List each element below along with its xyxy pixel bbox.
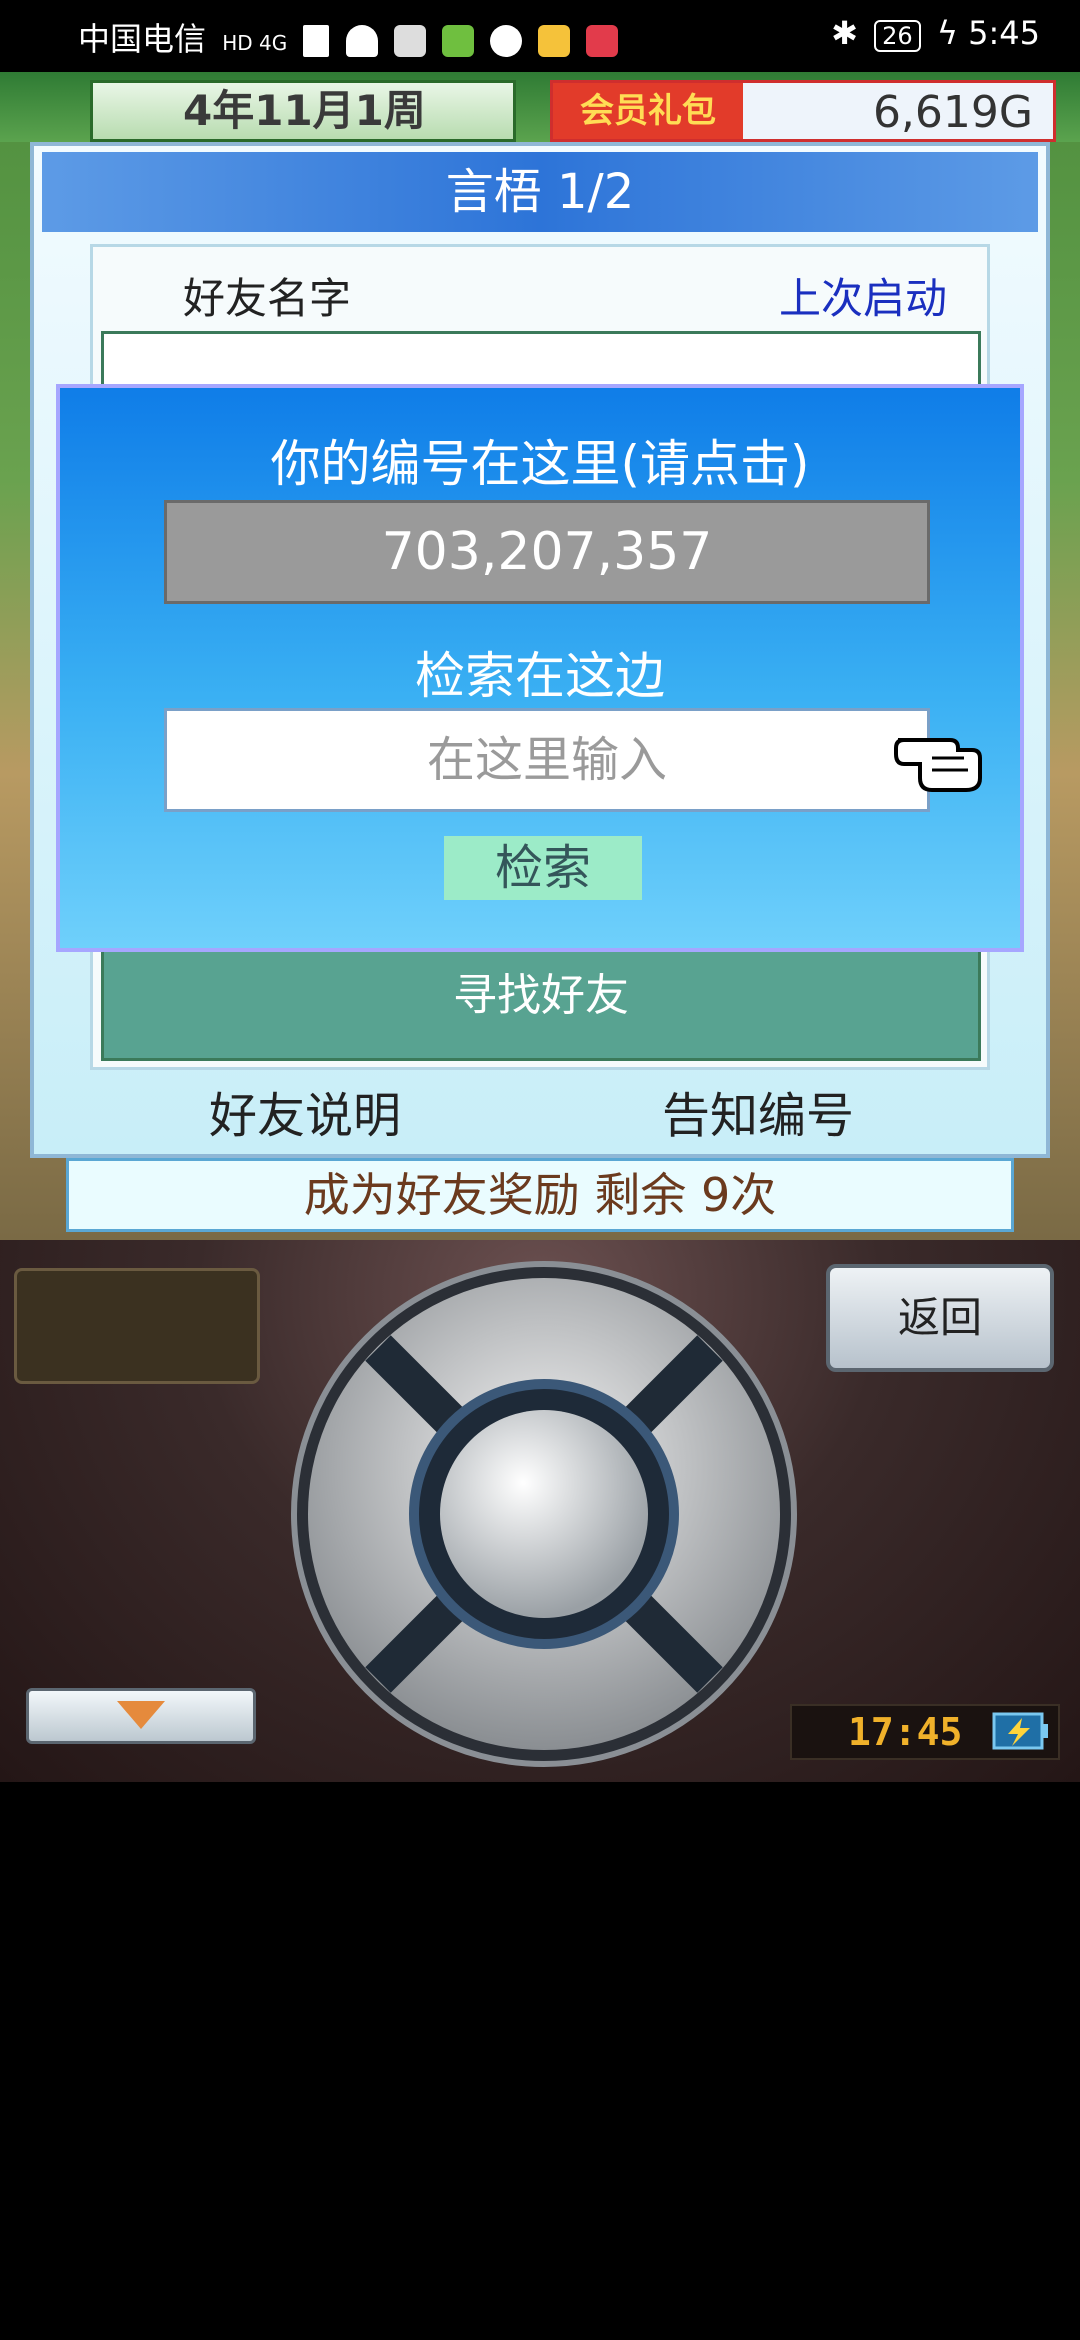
search-popup: 你的编号在这里(请点击) 703,207,357 检索在这边 在这里输入 检索 (56, 384, 1024, 952)
game-area: 4年11月1周 会员礼包 6,619G 言梧 1/2 好友名字 上次启动 寻找好… (0, 72, 1080, 1240)
dpad-icon[interactable] (288, 1258, 800, 1770)
status-bar: 中国电信 HD 4G ✱ 26 ϟ 5:45 (0, 0, 1080, 72)
carrier-label: 中国电信 (78, 20, 207, 58)
down-button[interactable] (26, 1688, 256, 1744)
id-hint-label: 你的编号在这里(请点击) (270, 435, 810, 493)
status-left: 中国电信 HD 4G (78, 14, 619, 60)
down-arrow-icon (117, 1701, 165, 1729)
date-display: 4年11月1周 (90, 80, 516, 142)
search-input[interactable]: 在这里输入 (164, 708, 930, 812)
back-button[interactable]: 返回 (826, 1264, 1054, 1372)
network-label: HD 4G (222, 31, 288, 55)
wifi-icon (345, 25, 378, 57)
my-id-button[interactable]: 703,207,357 (164, 500, 930, 604)
column-last-launch: 上次启动 (778, 274, 947, 323)
money-display: 6,619G (872, 87, 1033, 138)
bluetooth-icon: ✱ (831, 14, 858, 52)
notify-id-button[interactable]: 告知编号 (662, 1076, 854, 1146)
search-button[interactable]: 检索 (444, 836, 642, 900)
date-text: 4年11月1周 (183, 86, 426, 135)
controller-screen (14, 1268, 260, 1384)
app-icon (441, 25, 474, 57)
charging-icon: ϟ (936, 14, 958, 52)
dialog-title: 言梧 1/2 (42, 152, 1038, 232)
column-friend-name: 好友名字 (183, 274, 352, 323)
app-icon (586, 25, 619, 57)
pointer-hand-icon (894, 738, 982, 792)
find-friend-button[interactable]: 寻找好友 (104, 934, 978, 1058)
friend-reward-bar: 成为好友奖励 剩余 9次 (66, 1158, 1014, 1232)
game-top-bar: 4年11月1周 会员礼包 6,619G (0, 72, 1080, 142)
gift-money-panel[interactable]: 会员礼包 6,619G (550, 80, 1056, 142)
battery-level: 26 (874, 20, 921, 52)
signal-icon (303, 25, 330, 57)
battery-icon (992, 1712, 1048, 1750)
message-icon (490, 25, 523, 57)
status-right: ✱ 26 ϟ 5:45 (831, 14, 1040, 52)
member-gift-label[interactable]: 会员礼包 (553, 83, 743, 139)
app-icon (393, 25, 426, 57)
app-icon (538, 25, 571, 57)
search-label: 检索在这边 (415, 647, 665, 705)
virtual-controller: 返回 17:45 (0, 1240, 1080, 1782)
friend-help-button[interactable]: 好友说明 (209, 1076, 401, 1146)
clock-time: 5:45 (968, 14, 1040, 52)
